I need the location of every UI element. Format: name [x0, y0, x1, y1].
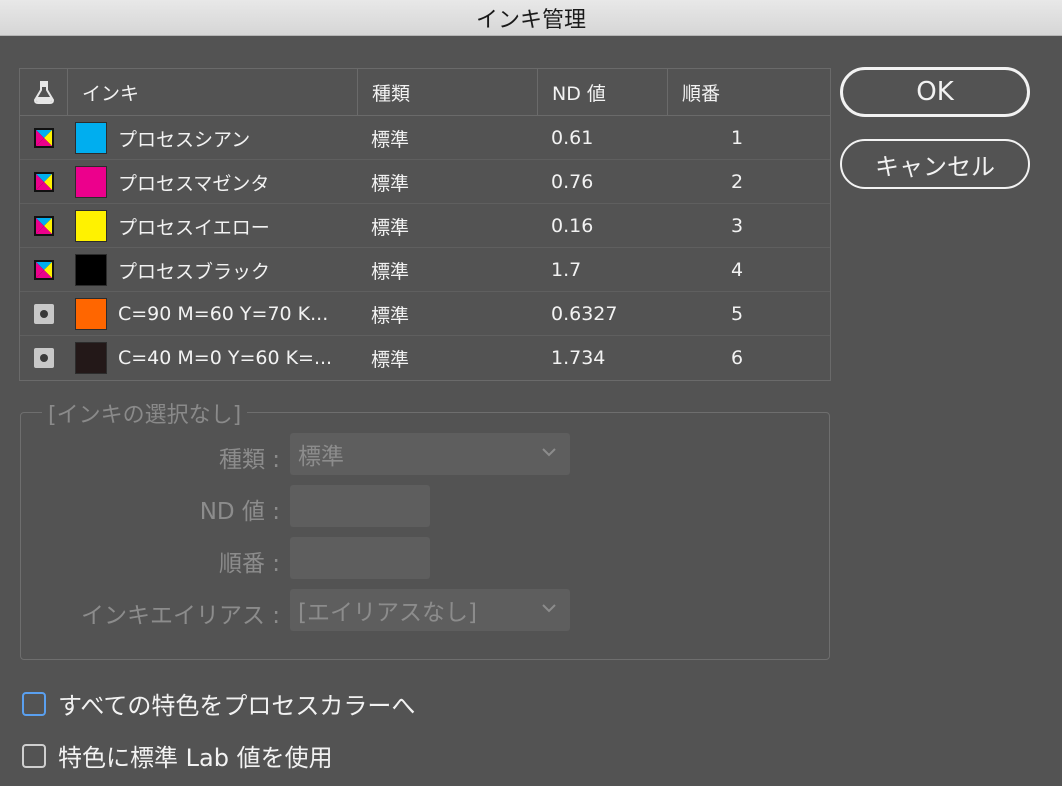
cancel-button[interactable]: キャンセル	[840, 139, 1030, 189]
ink-sequence: 1	[730, 127, 744, 149]
window-titlebar: インキ管理	[0, 0, 1062, 36]
header-ink-icon-column[interactable]	[20, 69, 67, 115]
spot-ink-icon	[33, 304, 54, 324]
ink-sequence: 4	[730, 259, 744, 281]
table-header: インキ 種類 ND 値 順番	[20, 69, 830, 116]
ink-sequence: 6	[730, 347, 744, 369]
type-label: 種類 :	[218, 447, 280, 473]
ink-type-icon-cell	[20, 204, 67, 248]
spot-ink-icon	[33, 348, 54, 368]
ink-nd-value: 0.16	[551, 215, 594, 237]
ink-type: 標準	[371, 304, 410, 327]
use-lab-option[interactable]: 特色に標準 Lab 値を使用	[22, 738, 333, 773]
sequence-field[interactable]	[290, 537, 430, 579]
chevron-down-icon	[542, 604, 556, 613]
color-swatch-cell	[75, 116, 107, 160]
ink-name: C=90 M=60 Y=70 K...	[118, 303, 329, 325]
ok-button[interactable]: OK	[840, 67, 1030, 117]
ink-name: プロセスマゼンタ	[118, 172, 270, 195]
nd-label: ND 値 :	[199, 499, 280, 525]
ink-bottle-icon	[33, 81, 54, 104]
ink-nd-value: 0.76	[551, 171, 594, 193]
ink-type: 標準	[371, 128, 410, 151]
ink-sequence: 3	[730, 215, 744, 237]
color-swatch	[75, 342, 107, 374]
type-select-value: 標準	[298, 444, 344, 470]
all-spots-to-process-label: すべての特色をプロセスカラーへ	[58, 692, 416, 720]
color-swatch-cell	[75, 336, 107, 380]
table-row[interactable]: プロセスブラック 標準 1.7 4	[20, 248, 830, 292]
ink-type-icon-cell	[20, 160, 67, 204]
ink-nd-value: 0.6327	[551, 303, 618, 325]
table-row[interactable]: C=90 M=60 Y=70 K... 標準 0.6327 5	[20, 292, 830, 336]
use-lab-checkbox[interactable]	[22, 743, 46, 768]
ink-detail-title: [インキの選択なし]	[42, 397, 248, 429]
chevron-down-icon	[542, 448, 556, 457]
header-ink[interactable]: インキ	[67, 69, 357, 115]
use-lab-label: 特色に標準 Lab 値を使用	[58, 744, 333, 772]
ink-type-icon-cell	[20, 116, 67, 160]
table-row[interactable]: C=40 M=0 Y=60 K=... 標準 1.734 6	[20, 336, 830, 380]
ink-sequence: 2	[730, 171, 744, 193]
color-swatch	[75, 254, 107, 286]
ink-name: プロセスイエロー	[118, 216, 270, 239]
color-swatch-cell	[75, 248, 107, 292]
ink-name: プロセスブラック	[118, 260, 271, 283]
color-swatch	[75, 166, 107, 198]
ink-type: 標準	[371, 172, 410, 195]
type-select[interactable]: 標準	[290, 433, 570, 475]
ink-type: 標準	[371, 260, 410, 283]
table-row[interactable]: プロセスマゼンタ 標準 0.76 2	[20, 160, 830, 204]
color-swatch	[75, 122, 107, 154]
color-swatch-cell	[75, 204, 107, 248]
ink-table: インキ 種類 ND 値 順番 プロセスシアン 標準 0.61 1 プロセスマゼンタ 標準 0…	[19, 68, 831, 381]
cmyk-process-icon	[33, 172, 54, 192]
ink-type: 標準	[371, 216, 410, 239]
header-sequence[interactable]: 順番	[667, 69, 830, 115]
ink-type: 標準	[371, 348, 410, 371]
window-title: インキ管理	[475, 7, 586, 33]
header-nd[interactable]: ND 値	[537, 69, 667, 115]
all-spots-to-process-option[interactable]: すべての特色をプロセスカラーへ	[22, 686, 415, 721]
table-row[interactable]: プロセスイエロー 標準 0.16 3	[20, 204, 830, 248]
all-spots-to-process-checkbox[interactable]	[22, 691, 46, 716]
sequence-label: 順番 :	[218, 551, 280, 577]
color-swatch	[75, 210, 107, 242]
color-swatch-cell	[75, 160, 107, 204]
header-type[interactable]: 種類	[357, 69, 537, 115]
cmyk-process-icon	[33, 216, 54, 236]
cmyk-process-icon	[33, 260, 54, 280]
ink-name: C=40 M=0 Y=60 K=...	[118, 347, 333, 369]
ink-nd-value: 0.61	[551, 127, 594, 149]
ink-name: プロセスシアン	[118, 128, 251, 151]
nd-field[interactable]	[290, 485, 430, 527]
color-swatch-cell	[75, 292, 107, 336]
color-swatch	[75, 298, 107, 330]
alias-label: インキエイリアス :	[80, 603, 280, 629]
ink-type-icon-cell	[20, 292, 67, 336]
ink-type-icon-cell	[20, 336, 67, 380]
alias-select-value: [エイリアスなし]	[298, 600, 477, 626]
ink-nd-value: 1.7	[551, 259, 582, 281]
ink-nd-value: 1.734	[551, 347, 606, 369]
table-row[interactable]: プロセスシアン 標準 0.61 1	[20, 116, 830, 160]
ink-sequence: 5	[730, 303, 744, 325]
ink-type-icon-cell	[20, 248, 67, 292]
cmyk-process-icon	[33, 128, 54, 148]
alias-select[interactable]: [エイリアスなし]	[290, 589, 570, 631]
